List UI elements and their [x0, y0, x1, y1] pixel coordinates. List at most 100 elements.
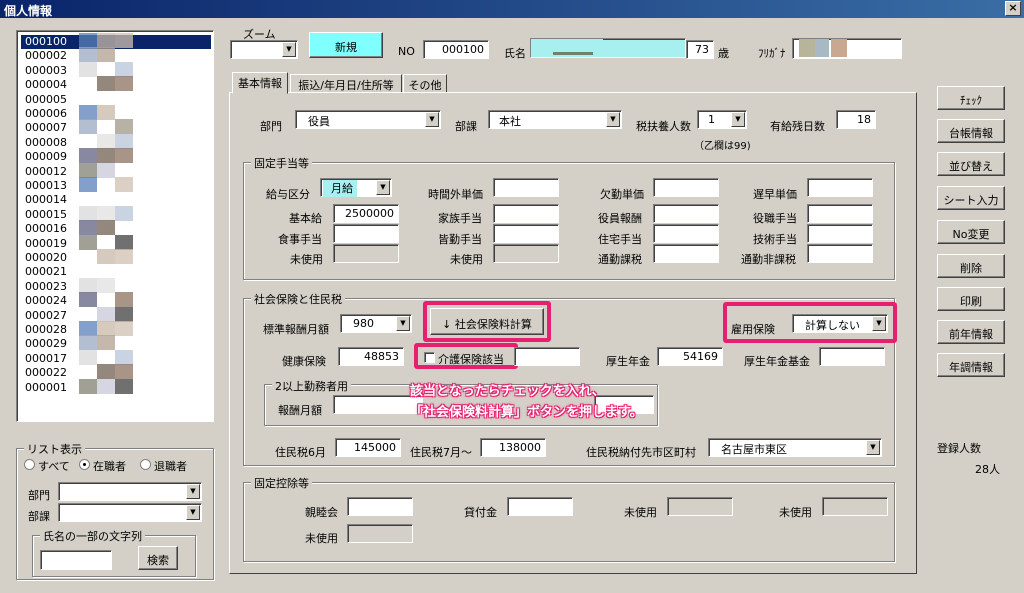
- filter-dept-label: 部門: [28, 489, 50, 502]
- section-value: 本社: [499, 115, 521, 128]
- employee-list[interactable]: 000100 000002 000003 000004 000005 000006 0000…: [16, 30, 214, 422]
- unused-c-field: [347, 524, 413, 543]
- side-button-prev-year[interactable]: 前年情報: [937, 320, 1005, 344]
- furigana-field[interactable]: [792, 38, 902, 59]
- pension-label: 厚生年金: [606, 355, 650, 368]
- commute-taxed-field[interactable]: [653, 244, 719, 263]
- skill-field[interactable]: [807, 224, 873, 243]
- dept-value: 役員: [308, 115, 330, 128]
- blurred-pixel: [79, 148, 97, 164]
- base-field[interactable]: 2500000: [333, 204, 399, 223]
- dependents-value: 1: [708, 113, 715, 126]
- remuneration-label: 報酬月額: [278, 404, 322, 417]
- new-button[interactable]: 新規: [309, 32, 383, 58]
- radio-all[interactable]: [24, 459, 35, 470]
- furigana-redaction: [799, 39, 815, 57]
- blurred-pixel: [97, 249, 115, 264]
- blurred-pixel: [97, 133, 115, 149]
- blurred-pixel: [79, 234, 97, 250]
- city-select[interactable]: 名古屋市東区 ▼: [708, 438, 882, 457]
- radio-retired-label: 退職者: [154, 460, 187, 473]
- name-search-input[interactable]: [40, 550, 112, 570]
- chevron-down-icon: ▼: [866, 440, 880, 455]
- late-field[interactable]: [807, 178, 873, 197]
- side-button-check[interactable]: ﾁｪｯｸ: [937, 86, 1005, 110]
- dept-select[interactable]: 役員 ▼: [295, 110, 441, 129]
- care-field[interactable]: [514, 347, 580, 366]
- housing-label: 住宅手当: [598, 233, 642, 246]
- no-label: NO: [398, 45, 415, 58]
- section-select[interactable]: 本社 ▼: [488, 110, 622, 129]
- name-field[interactable]: [530, 38, 686, 58]
- side-button-change-no[interactable]: No変更: [937, 220, 1005, 244]
- radio-retired[interactable]: [140, 459, 151, 470]
- dependents-label: 税扶養人数: [636, 120, 691, 133]
- blurred-pixel: [97, 148, 115, 164]
- mutual-field[interactable]: [347, 497, 413, 516]
- resident-july-field[interactable]: 138000: [480, 438, 546, 457]
- blurred-pixel: [79, 292, 97, 308]
- unused-a-label: 未使用: [624, 506, 657, 519]
- pension-fund-field[interactable]: [819, 347, 885, 366]
- blurred-pixel: [115, 378, 133, 394]
- side-button-year-end[interactable]: 年調情報: [937, 353, 1005, 377]
- salary-type-select[interactable]: 月給 ▼: [320, 178, 392, 197]
- tab-basic[interactable]: 基本情報: [232, 72, 288, 94]
- chevron-down-icon: ▼: [425, 112, 439, 127]
- no-field[interactable]: 000100: [423, 40, 489, 59]
- chevron-down-icon: ▼: [282, 42, 296, 57]
- fixed-allowance-title: 固定手当等: [251, 155, 312, 171]
- side-button-print[interactable]: 印刷: [937, 287, 1005, 311]
- base-label: 基本給: [289, 212, 322, 225]
- radio-active[interactable]: [79, 459, 90, 470]
- std-label: 標準報酬月額: [263, 323, 329, 336]
- blurred-pixel: [79, 105, 97, 120]
- meal-field[interactable]: [333, 224, 399, 243]
- side-button-sort[interactable]: 並び替え: [937, 152, 1005, 176]
- blurred-pixel: [115, 119, 133, 135]
- health-field[interactable]: 48853: [338, 347, 404, 366]
- chevron-down-icon: ▼: [186, 505, 200, 520]
- std-value: 980: [353, 317, 374, 330]
- family-label: 家族手当: [438, 212, 482, 225]
- exec-field[interactable]: [653, 204, 719, 223]
- side-button-delete[interactable]: 削除: [937, 254, 1005, 278]
- side-button-sheet-input[interactable]: シート入力: [937, 186, 1005, 210]
- resident-june-field[interactable]: 145000: [335, 438, 401, 457]
- filter-section-select[interactable]: ▼: [58, 503, 202, 522]
- close-button[interactable]: ×: [1005, 1, 1021, 16]
- dependents-select[interactable]: 1 ▼: [697, 110, 747, 129]
- tab-other[interactable]: その他: [403, 74, 447, 93]
- commute-nontaxed-field[interactable]: [807, 244, 873, 263]
- leave-field[interactable]: 18: [836, 110, 876, 129]
- blurred-pixel: [79, 335, 97, 351]
- attendance-field[interactable]: [493, 224, 559, 243]
- position-field[interactable]: [807, 204, 873, 223]
- furigana-redaction: [815, 39, 829, 57]
- resident-july-label: 住民税7月～: [410, 446, 472, 459]
- chevron-down-icon: ▼: [376, 180, 390, 195]
- overtime-field[interactable]: [493, 178, 559, 197]
- city-value: 名古屋市東区: [721, 443, 787, 456]
- loan-field[interactable]: [507, 497, 573, 516]
- radio-all-label: すべて: [38, 460, 70, 473]
- blurred-pixel: [115, 364, 133, 380]
- housing-field[interactable]: [653, 224, 719, 243]
- tab-transfer[interactable]: 振込/年月日/住所等: [290, 74, 402, 93]
- search-button[interactable]: 検索: [138, 546, 178, 570]
- side-button-ledger[interactable]: 台帳情報: [937, 119, 1005, 143]
- filter-dept-select[interactable]: ▼: [58, 482, 202, 501]
- annotation-line2: 「社会保険料計算」ボタンを押します。: [410, 405, 643, 420]
- annotation-line1: 該当となったらチェックを入れ、: [410, 384, 605, 399]
- family-field[interactable]: [493, 204, 559, 223]
- blurred-pixel: [97, 205, 115, 221]
- blurred-pixel: [97, 364, 115, 380]
- deductions-group: [243, 482, 895, 562]
- absence-field[interactable]: [653, 178, 719, 197]
- chevron-down-icon: ▼: [396, 316, 410, 331]
- blurred-pixel: [115, 306, 133, 322]
- std-select[interactable]: 980 ▼: [340, 314, 412, 333]
- pension-field[interactable]: 54169: [657, 347, 723, 366]
- zoom-select[interactable]: ▼: [230, 40, 298, 59]
- blurred-pixel: [115, 292, 133, 308]
